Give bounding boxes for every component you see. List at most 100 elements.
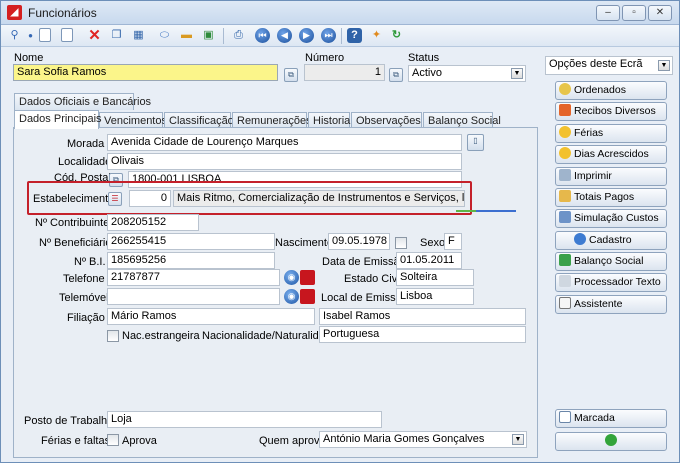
cadastro-button[interactable]: Cadastro bbox=[555, 231, 667, 250]
delete-icon[interactable]: ✕ bbox=[87, 28, 102, 43]
nacionalidade-field[interactable]: Portuguesa bbox=[319, 326, 526, 343]
calculator-icon bbox=[559, 211, 571, 223]
sexo-field[interactable]: F bbox=[444, 233, 462, 250]
page-icon[interactable] bbox=[61, 28, 73, 42]
contribuinte-field[interactable]: 208205152 bbox=[107, 214, 199, 231]
beneficiario-label: Nº Beneficiário bbox=[39, 237, 112, 249]
minimize-button[interactable]: – bbox=[596, 5, 620, 21]
toolbar-separator bbox=[341, 28, 342, 44]
last-record-icon[interactable]: ⏭ bbox=[321, 28, 336, 43]
estabelecimento-list-icon[interactable]: ☰ bbox=[108, 192, 122, 206]
quem-aprova-label: Quem aprova bbox=[259, 435, 326, 447]
telefone-call-icon[interactable]: ◉ bbox=[284, 270, 299, 285]
telefone-field[interactable]: 21787877 bbox=[107, 269, 280, 286]
maximize-button[interactable]: ▫ bbox=[622, 5, 646, 21]
title-bar: ◢ Funcionários – ▫ ✕ bbox=[1, 1, 679, 25]
receipt-icon bbox=[559, 104, 571, 116]
morada-label: Morada bbox=[67, 138, 105, 150]
telemovel-label: Telemóvel bbox=[59, 292, 109, 304]
ordenados-button[interactable]: Ordenados bbox=[555, 81, 667, 100]
telemovel-field[interactable] bbox=[107, 288, 280, 305]
sunglasses-smiley-icon bbox=[559, 147, 571, 159]
morada-field[interactable]: Avenida Cidade de Lourenço Marques bbox=[107, 134, 462, 151]
decorative-line-green bbox=[456, 210, 476, 212]
aprova-checkbox[interactable] bbox=[107, 434, 119, 446]
ferias-button[interactable]: Férias bbox=[555, 124, 667, 143]
nascimento-checkbox[interactable] bbox=[395, 237, 407, 249]
previous-record-icon[interactable]: ◀ bbox=[277, 28, 292, 43]
quem-aprova-select[interactable]: António Maria Gomes Gonçalves ▼ bbox=[319, 431, 527, 448]
assistente-button[interactable]: Assistente bbox=[555, 295, 667, 314]
opcoes-select[interactable]: Opções deste Ecrã ▼ bbox=[545, 56, 673, 75]
folder-icon[interactable]: ▬ bbox=[179, 28, 194, 43]
estabelecimento-num-field[interactable]: 0 bbox=[129, 190, 171, 207]
status-label: Status bbox=[408, 52, 440, 64]
simulacao-custos-label: Simulação Custos bbox=[574, 212, 659, 224]
document-icon[interactable] bbox=[39, 28, 51, 42]
local-emissao-field[interactable]: Lisboa bbox=[396, 288, 474, 305]
copy-icon[interactable]: ❐ bbox=[109, 28, 124, 43]
dias-acrescidos-button[interactable]: Dias Acrescidos bbox=[555, 145, 667, 164]
morada-notes-icon[interactable]: ▯ bbox=[467, 134, 484, 151]
nac-estrangeira-label: Nac.estrangeira bbox=[122, 330, 200, 342]
tab-dados-oficiais[interactable]: Dados Oficiais e Bancários bbox=[14, 93, 151, 110]
balanco-social-button[interactable]: Balanço Social bbox=[555, 252, 667, 271]
data-emissao-field[interactable]: 01.05.2011 bbox=[396, 252, 462, 269]
processador-texto-button[interactable]: Processador Texto bbox=[555, 273, 667, 292]
table-icon[interactable]: ▦ bbox=[131, 28, 146, 43]
status-value: Activo bbox=[412, 67, 442, 79]
beneficiario-field[interactable]: 266255415 bbox=[107, 233, 275, 250]
wallet-icon bbox=[559, 190, 571, 202]
posto-label: Posto de Trabalho bbox=[24, 415, 114, 427]
filiacao-pai-field[interactable]: Mário Ramos bbox=[107, 308, 315, 325]
first-record-icon[interactable]: ⏮ bbox=[255, 28, 270, 43]
nascimento-field[interactable]: 09.05.1978 bbox=[328, 233, 390, 250]
telemovel-phone-icon[interactable] bbox=[300, 289, 315, 304]
help-icon[interactable]: ? bbox=[347, 28, 362, 43]
simulacao-custos-button[interactable]: Simulação Custos bbox=[555, 209, 667, 228]
telefone-phone-icon[interactable] bbox=[300, 270, 315, 285]
close-button[interactable]: ✕ bbox=[648, 5, 672, 21]
tab-dados-principais[interactable]: Dados Principais bbox=[14, 110, 102, 129]
imprimir-label: Imprimir bbox=[574, 170, 612, 182]
numero-field[interactable]: 1 bbox=[304, 64, 385, 81]
toolbar-separator bbox=[223, 28, 224, 44]
local-emissao-label: Local de Emissão bbox=[321, 292, 408, 304]
telemovel-call-icon[interactable]: ◉ bbox=[284, 289, 299, 304]
assistente-label: Assistente bbox=[574, 298, 623, 310]
chart-icon bbox=[559, 254, 571, 266]
next-record-icon[interactable]: ▶ bbox=[299, 28, 314, 43]
app-icon: ◢ bbox=[7, 5, 22, 20]
contribuinte-label: Nº Contribuinte bbox=[35, 217, 110, 229]
localidade-field[interactable]: Olivais bbox=[107, 153, 462, 170]
search-icon[interactable]: ⚲ bbox=[7, 28, 22, 43]
pen-icon bbox=[559, 275, 571, 287]
quem-aprova-value: António Maria Gomes Gonçalves bbox=[323, 433, 485, 445]
estabelecimento-name-field[interactable]: Mais Ritmo, Comercialização de Instrumen… bbox=[173, 190, 465, 207]
opcoes-label: Opções deste Ecrã bbox=[549, 58, 643, 70]
numero-lookup-icon[interactable]: ⧉ bbox=[389, 68, 403, 82]
nome-field[interactable]: Sara Sofia Ramos bbox=[13, 64, 278, 81]
nac-estrangeira-checkbox[interactable] bbox=[107, 330, 119, 342]
recibos-diversos-label: Recibos Diversos bbox=[574, 105, 656, 117]
imprimir-button[interactable]: Imprimir bbox=[555, 167, 667, 186]
numero-label: Número bbox=[305, 52, 345, 64]
refresh-icon[interactable]: ↻ bbox=[389, 28, 404, 43]
excel-icon[interactable]: ▣ bbox=[201, 28, 216, 43]
recibos-diversos-button[interactable]: Recibos Diversos bbox=[555, 102, 667, 121]
status-select[interactable]: Activo ▼ bbox=[408, 65, 526, 82]
confirm-button[interactable] bbox=[555, 432, 667, 451]
tools-icon[interactable]: ✦ bbox=[369, 28, 384, 43]
totais-pagos-button[interactable]: Totais Pagos bbox=[555, 188, 667, 207]
nome-lookup-icon[interactable]: ⧉ bbox=[284, 68, 298, 82]
telefone-label: Telefone bbox=[63, 273, 105, 285]
new-icon[interactable]: ● bbox=[23, 28, 38, 43]
preview-icon[interactable]: ⎙ bbox=[231, 28, 246, 43]
totais-pagos-label: Totais Pagos bbox=[574, 191, 635, 203]
estado-civil-field[interactable]: Solteira bbox=[396, 269, 474, 286]
filiacao-mae-field[interactable]: Isabel Ramos bbox=[319, 308, 526, 325]
marcada-button[interactable]: Marcada bbox=[555, 409, 667, 428]
bi-field[interactable]: 185695256 bbox=[107, 252, 275, 269]
link-icon[interactable]: ⬭ bbox=[157, 28, 172, 43]
posto-field[interactable]: Loja bbox=[107, 411, 382, 428]
